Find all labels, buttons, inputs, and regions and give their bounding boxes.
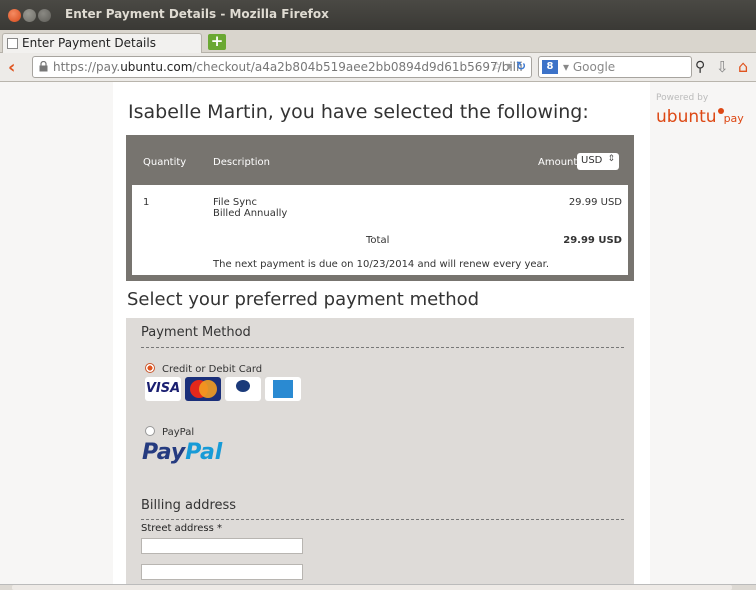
paypal-option-label[interactable]: PayPal bbox=[162, 427, 194, 438]
paypal-logo-pay: Pay bbox=[142, 440, 186, 465]
visa-icon: VISA bbox=[145, 377, 181, 401]
amex-icon bbox=[265, 377, 301, 401]
page-title: Isabelle Martin, you have selected the f… bbox=[128, 101, 589, 123]
summary-header: Quantity Description Amount USD ⇕ bbox=[126, 135, 634, 185]
order-summary: Quantity Description Amount USD ⇕ 1 File … bbox=[126, 135, 634, 281]
total-amount: 29.99 USD bbox=[563, 235, 622, 246]
scrollbar-thumb[interactable] bbox=[12, 585, 732, 590]
close-window-button[interactable] bbox=[8, 9, 21, 22]
tab-enter-payment-details[interactable]: Enter Payment Details bbox=[2, 33, 202, 53]
search-bar[interactable]: 8 ▾ Google bbox=[538, 56, 692, 78]
payment-panel: Payment Method Credit or Debit Card VISA… bbox=[126, 318, 634, 584]
google-icon[interactable]: 8 bbox=[542, 60, 558, 74]
brand-suffix: pay bbox=[723, 112, 744, 125]
card-option-label[interactable]: Credit or Debit Card bbox=[162, 364, 262, 375]
divider bbox=[141, 347, 624, 348]
item-amount: 29.99 USD bbox=[568, 197, 622, 208]
paypal-radio[interactable] bbox=[145, 426, 155, 436]
ubuntu-pay-logo: ubuntu pay bbox=[656, 107, 744, 127]
paypal-logo-pal: Pal bbox=[185, 440, 223, 465]
sidebar: Powered by ubuntu pay bbox=[652, 82, 756, 584]
quantity-header: Quantity bbox=[143, 157, 187, 168]
horizontal-scrollbar[interactable] bbox=[0, 584, 756, 590]
payment-method-title: Payment Method bbox=[141, 325, 251, 340]
summary-body: 1 File Sync Billed Annually 29.99 USD To… bbox=[132, 185, 628, 275]
history-dropdown-icon[interactable]: ▾ bbox=[506, 59, 512, 73]
diners-club-icon bbox=[225, 377, 261, 401]
url-prefix: https://pay. bbox=[53, 60, 121, 74]
total-label: Total bbox=[366, 235, 390, 246]
card-radio[interactable] bbox=[145, 363, 155, 373]
reload-icon[interactable]: ↻ bbox=[516, 59, 526, 73]
street-address-input[interactable] bbox=[141, 538, 303, 554]
currency-select[interactable]: USD ⇕ bbox=[577, 153, 619, 170]
url-domain: ubuntu.com bbox=[120, 60, 193, 74]
lock-icon bbox=[39, 61, 48, 72]
divider bbox=[141, 519, 624, 520]
item-quantity: 1 bbox=[143, 197, 150, 208]
download-icon[interactable]: ⇩ bbox=[716, 58, 729, 76]
url-text: https://pay.ubuntu.com/checkout/a4a2b804… bbox=[53, 60, 523, 74]
payment-heading: Select your preferred payment method bbox=[127, 289, 480, 310]
url-bar[interactable]: https://pay.ubuntu.com/checkout/a4a2b804… bbox=[32, 56, 532, 78]
maximize-window-button[interactable] bbox=[38, 9, 51, 22]
paypal-logo: PayPal bbox=[142, 440, 222, 465]
page-icon bbox=[7, 38, 18, 49]
search-input[interactable]: ▾ Google bbox=[563, 60, 615, 74]
checkout-main: Isabelle Martin, you have selected the f… bbox=[113, 82, 650, 584]
tab-bar: Enter Payment Details + bbox=[0, 30, 756, 53]
window-title: Enter Payment Details - Mozilla Firefox bbox=[65, 7, 329, 21]
page-content: Isabelle Martin, you have selected the f… bbox=[0, 82, 756, 584]
new-tab-button[interactable]: + bbox=[208, 34, 226, 50]
billing-title: Billing address bbox=[141, 498, 237, 513]
search-icon[interactable]: ⚲ bbox=[695, 59, 705, 75]
home-icon[interactable]: ⌂ bbox=[738, 57, 748, 76]
street-address-label: Street address * bbox=[141, 523, 223, 534]
renewal-note: The next payment is due on 10/23/2014 an… bbox=[213, 259, 550, 270]
minimize-window-button[interactable] bbox=[23, 9, 36, 22]
window-titlebar: Enter Payment Details - Mozilla Firefox bbox=[0, 0, 756, 30]
amount-header: Amount bbox=[538, 157, 578, 168]
street-address-line2-input[interactable] bbox=[141, 564, 303, 580]
item-billing-period: Billed Annually bbox=[213, 208, 288, 219]
powered-by-label: Powered by bbox=[656, 93, 709, 103]
url-path: /checkout/a4a2b804b519aee2bb0894d9d61b56… bbox=[192, 60, 523, 74]
tab-label: Enter Payment Details bbox=[22, 36, 156, 50]
item-description: File Sync bbox=[213, 197, 258, 208]
currency-value: USD bbox=[581, 155, 603, 166]
navigation-bar: ‹ https://pay.ubuntu.com/checkout/a4a2b8… bbox=[0, 53, 756, 82]
mastercard-icon bbox=[185, 377, 221, 401]
description-header: Description bbox=[213, 157, 270, 168]
url-actions: ☆ ▾ ↻ bbox=[491, 59, 526, 73]
bookmark-star-icon[interactable]: ☆ bbox=[491, 59, 502, 73]
back-arrow-icon[interactable]: ‹ bbox=[8, 57, 15, 78]
updown-icon: ⇕ bbox=[607, 154, 615, 164]
brand-text: ubuntu bbox=[656, 107, 717, 127]
